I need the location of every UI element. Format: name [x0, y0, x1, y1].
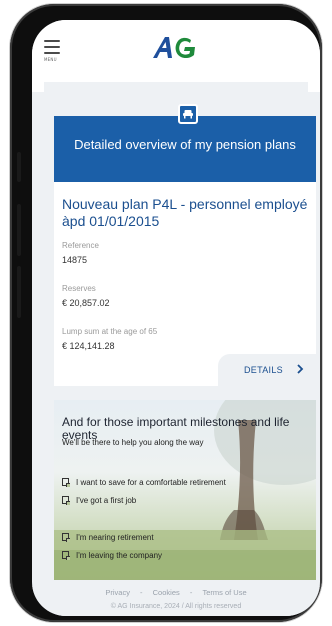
- footer-link-terms[interactable]: Terms of Use: [202, 588, 246, 597]
- armchair-icon: [178, 104, 198, 124]
- phone-screen: MENU Detailed overview of my pension pla…: [32, 20, 320, 616]
- phone-frame: MENU Detailed overview of my pension pla…: [10, 4, 322, 622]
- armchair-icon-graphic: [183, 110, 193, 119]
- reserves-value: € 20,857.02: [62, 298, 110, 308]
- option-label: I've got a first job: [76, 495, 137, 505]
- reserves-label: Reserves: [62, 284, 96, 293]
- ag-logo[interactable]: [151, 34, 199, 60]
- option-first-job[interactable]: I've got a first job: [62, 494, 136, 506]
- footer-separator: -: [140, 588, 143, 597]
- header-divider: [44, 82, 308, 92]
- app-header: MENU: [32, 20, 320, 92]
- phone-side-button: [17, 152, 21, 182]
- document-icon: [62, 496, 70, 505]
- details-button[interactable]: DETAILS: [218, 354, 316, 386]
- document-icon: [62, 478, 70, 487]
- card-title: Detailed overview of my pension plans: [74, 137, 296, 152]
- document-icon: [62, 533, 70, 542]
- milestones-subtitle: We'll be there to help you along the way: [62, 438, 204, 447]
- footer-link-cookies[interactable]: Cookies: [153, 588, 180, 597]
- reference-label: Reference: [62, 241, 99, 250]
- phone-volume-down-button: [17, 266, 21, 318]
- menu-label: MENU: [44, 57, 57, 62]
- footer: Privacy - Cookies - Terms of Use © AG In…: [32, 586, 320, 616]
- milestones-section: And for those important milestones and l…: [54, 400, 316, 580]
- chevron-right-icon: [297, 364, 304, 374]
- option-leaving-company[interactable]: I'm leaving the company: [62, 549, 162, 561]
- footer-copyright: © AG Insurance, 2024 / All rights reserv…: [110, 603, 242, 610]
- menu-button[interactable]: MENU: [44, 40, 64, 66]
- footer-link-privacy[interactable]: Privacy: [105, 588, 130, 597]
- footer-links: Privacy - Cookies - Terms of Use: [32, 588, 320, 597]
- plan-name[interactable]: Nouveau plan P4L - personnel employé àpd…: [62, 196, 310, 230]
- document-icon: [62, 551, 70, 560]
- hamburger-icon-bar: [44, 52, 60, 54]
- option-label: I want to save for a comfortable retirem…: [76, 477, 226, 487]
- hamburger-icon-bar: [44, 46, 60, 48]
- phone-volume-up-button: [17, 204, 21, 256]
- details-label: DETAILS: [244, 365, 283, 375]
- lump-sum-value: € 124,141.28: [62, 341, 115, 351]
- reference-value: 14875: [62, 255, 88, 265]
- hamburger-icon: [44, 40, 60, 42]
- pension-overview-card: Detailed overview of my pension plans No…: [54, 104, 316, 386]
- option-nearing-retirement[interactable]: I'm nearing retirement: [62, 531, 154, 543]
- lump-sum-label: Lump sum at the age of 65: [62, 327, 158, 336]
- option-label: I'm nearing retirement: [76, 532, 154, 542]
- option-label: I'm leaving the company: [76, 550, 163, 560]
- footer-separator: -: [189, 588, 193, 597]
- option-save-retirement[interactable]: I want to save for a comfortable retirem…: [62, 476, 226, 488]
